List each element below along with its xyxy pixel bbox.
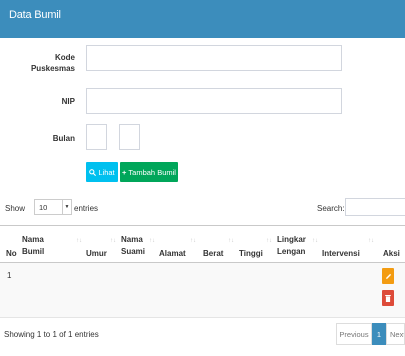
sort-icon: ↑↓ [149,238,155,244]
caret-down-icon: ▼ [62,200,71,214]
bulan-label: Bulan [52,134,75,143]
lihat-button-label: Lihat [98,167,115,177]
nip-input[interactable] [86,88,342,114]
sort-icon: ↑↓ [312,238,318,244]
search-label: Search: [317,204,345,213]
pagination-next[interactable]: Next [386,323,405,345]
table-info: Showing 1 to 1 of 1 entries [4,330,99,339]
col-nama-bumil-l1[interactable]: Nama [22,234,44,246]
entries-select[interactable]: 10 ▼ [34,199,72,215]
tambah-button-label: Tambah Bumil [128,167,176,177]
sort-icon: ↑↓ [228,238,234,244]
col-nama-bumil-l2[interactable]: Bumil [22,246,44,258]
kode-label: Kode [55,53,75,62]
col-no[interactable]: No [6,248,17,260]
kode-label-line2: Puskesmas [30,64,75,73]
pagination-page-1[interactable]: 1 [372,323,386,345]
col-tinggi[interactable]: Tinggi [239,248,263,260]
pagination-previous-label: Previous [339,329,369,339]
entries-select-value: 10 [39,203,48,212]
pagination-previous[interactable]: Previous [336,323,372,345]
cell-no: 1 [7,271,12,280]
pagination-page-label: 1 [376,329,382,339]
table-row [0,263,405,317]
sort-icon: ↑↓ [266,238,272,244]
nip-label: NIP [61,97,75,106]
col-nama-suami-l1[interactable]: Nama [121,234,143,246]
pencil-icon [385,273,391,279]
pagination-next-label: Next [390,329,405,339]
col-lingkar-lengan-l2[interactable]: Lengan [277,246,305,258]
delete-button[interactable] [382,290,394,306]
col-nama-suami-l2[interactable]: Suami [121,246,145,258]
col-intervensi[interactable]: Intervensi [322,248,360,260]
sort-icon: ↑↓ [190,238,196,244]
entries-label: entries [74,204,99,213]
table-top-border [0,225,405,226]
show-label: Show [5,204,26,213]
col-aksi[interactable]: Aksi [383,248,400,260]
lihat-button[interactable]: Lihat [86,162,118,182]
edit-button[interactable] [382,268,394,284]
col-alamat[interactable]: Alamat [159,248,186,260]
sort-icon: ↑↓ [368,238,374,244]
page-title: Data Bumil [9,9,61,21]
kode-puskesmas-input[interactable] [86,45,342,71]
trash-icon [385,294,391,302]
col-umur[interactable]: Umur [86,248,107,260]
table-bottom-border [0,317,405,318]
search-input[interactable] [345,198,405,216]
sort-icon: ↑↓ [110,238,116,244]
sort-icon: ↑↓ [76,238,82,244]
bulan-input-2[interactable] [119,124,140,150]
col-lingkar-lengan-l1[interactable]: Lingkar [277,234,306,246]
bulan-input-1[interactable] [86,124,107,150]
col-berat[interactable]: Berat [203,248,223,260]
box-header: Data Bumil [0,0,405,38]
search-icon [89,168,97,176]
plus-icon: + [122,167,127,177]
tambah-bumil-button[interactable]: + Tambah Bumil [120,162,178,182]
